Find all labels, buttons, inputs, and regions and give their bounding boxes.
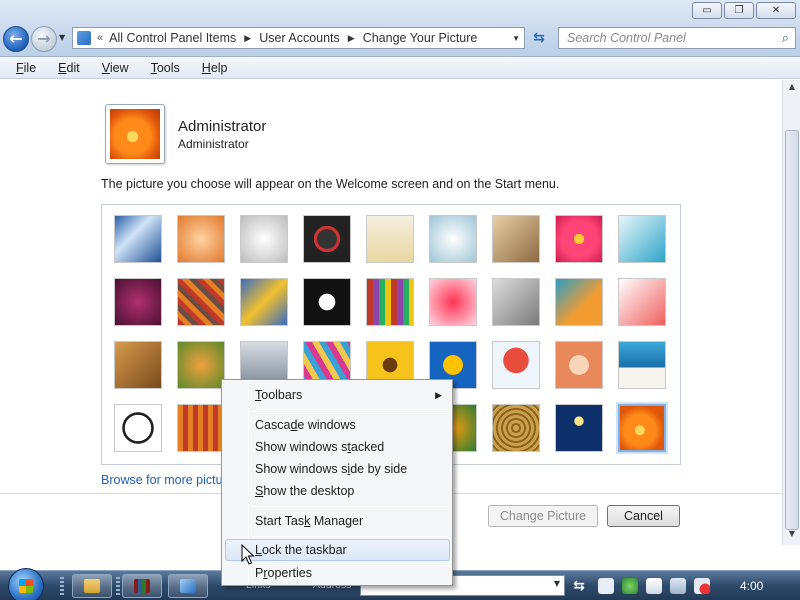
- picture-stairs[interactable]: [555, 278, 603, 326]
- menu-edit[interactable]: Edit: [54, 61, 84, 75]
- menu-bar: File Edit View Tools Help: [0, 57, 800, 79]
- menu-file[interactable]: File: [12, 61, 40, 75]
- menu-item-show-the-desktop[interactable]: Show the desktop: [225, 480, 450, 502]
- breadcrumb-all-items[interactable]: All Control Panel Items: [109, 31, 236, 45]
- volume-muted-icon[interactable]: [694, 578, 710, 594]
- picture-puppy[interactable]: [177, 341, 225, 389]
- document-icon[interactable]: [598, 578, 614, 594]
- picture-orange-flower[interactable]: [616, 402, 668, 454]
- menu-tools[interactable]: Tools: [147, 61, 184, 75]
- submenu-arrow-icon: ▶: [435, 390, 442, 400]
- search-placeholder: Search Control Panel: [567, 31, 686, 45]
- picture-hot-air-balloon[interactable]: [492, 341, 540, 389]
- picture-pink-flower[interactable]: [555, 215, 603, 263]
- menu-separator: [252, 411, 448, 412]
- taskbar-explorer-button[interactable]: [72, 574, 112, 598]
- search-icon[interactable]: ⌕: [782, 30, 789, 46]
- folder-icon: [84, 579, 100, 593]
- window-titlebar: ▭ ❐ ✕ ← → ▼ « All Control Panel Items ▶ …: [0, 0, 800, 57]
- menu-item-show-windows-stacked[interactable]: Show windows stacked: [225, 436, 450, 458]
- menu-item-start-task-manager[interactable]: Start Task Manager: [225, 510, 450, 532]
- current-user-picture: [105, 104, 165, 164]
- back-button[interactable]: ←: [3, 26, 29, 52]
- cancel-button[interactable]: Cancel: [607, 505, 680, 527]
- start-button[interactable]: [8, 568, 44, 600]
- taskbar-clock[interactable]: 4:00: [740, 579, 763, 593]
- change-picture-button[interactable]: Change Picture: [488, 505, 598, 527]
- taskbar-go-icon[interactable]: ⇆: [569, 576, 589, 596]
- picture-pinwheel[interactable]: [618, 215, 666, 263]
- picture-basket[interactable]: [492, 404, 540, 452]
- recent-pages-dropdown[interactable]: ▼: [59, 33, 65, 42]
- toolbar-grip[interactable]: [60, 577, 64, 595]
- vertical-scrollbar[interactable]: ▲ ▼: [782, 80, 800, 545]
- menu-separator: [252, 506, 448, 507]
- address-overflow-chevron[interactable]: «: [97, 32, 103, 44]
- picture-crayons[interactable]: [366, 278, 414, 326]
- security-shield-icon[interactable]: [622, 578, 638, 594]
- picture-robot-figure[interactable]: [240, 215, 288, 263]
- menu-help[interactable]: Help: [198, 61, 232, 75]
- menu-view[interactable]: View: [98, 61, 133, 75]
- picture-guitar[interactable]: [114, 341, 162, 389]
- mouse-pointer-icon: [241, 544, 255, 565]
- menu-item-cascade-windows[interactable]: Cascade windows: [225, 414, 450, 436]
- menu-item-properties[interactable]: Properties: [225, 562, 450, 584]
- menu-item-toolbars[interactable]: Toolbars ▶: [225, 384, 450, 406]
- menu-item-lock-the-taskbar[interactable]: Lock the taskbar: [225, 539, 450, 561]
- picture-ferris-wheel[interactable]: [114, 215, 162, 263]
- picture-doll[interactable]: [555, 341, 603, 389]
- network-icon[interactable]: [670, 578, 686, 594]
- user-role: Administrator: [178, 137, 249, 151]
- address-dropdown-icon[interactable]: ▼: [512, 34, 520, 43]
- close-button[interactable]: ✕: [756, 2, 796, 19]
- breadcrumb-change-picture[interactable]: Change Your Picture: [363, 31, 478, 45]
- scroll-down-icon[interactable]: ▼: [785, 529, 799, 543]
- address-bar[interactable]: « All Control Panel Items ▶ User Account…: [72, 27, 525, 49]
- user-name: Administrator: [178, 118, 267, 135]
- breadcrumb-user-accounts[interactable]: User Accounts: [259, 31, 340, 45]
- breadcrumb-separator-icon[interactable]: ▶: [348, 33, 355, 44]
- forward-button[interactable]: →: [31, 26, 57, 52]
- archive-icon: [134, 579, 150, 593]
- picture-lucky-cat[interactable]: [366, 215, 414, 263]
- taskbar-control-panel-button[interactable]: [168, 574, 208, 598]
- picture-lighthouse[interactable]: [555, 404, 603, 452]
- menu-item-show-windows-side-by-side[interactable]: Show windows side by side: [225, 458, 450, 480]
- picture-jacks[interactable]: [492, 278, 540, 326]
- search-input[interactable]: Search Control Panel ⌕: [558, 27, 796, 49]
- intro-text: The picture you choose will appear on th…: [101, 177, 560, 191]
- picture-record-player[interactable]: [303, 215, 351, 263]
- scroll-thumb[interactable]: [785, 130, 799, 530]
- picture-soccer-ball[interactable]: [114, 404, 162, 452]
- toolbar-grip[interactable]: [116, 577, 120, 595]
- minimize-button[interactable]: ▭: [692, 2, 722, 19]
- maximize-button[interactable]: ❐: [724, 2, 754, 19]
- picture-sailboat[interactable]: [618, 341, 666, 389]
- window-controls: ▭ ❐ ✕: [692, 2, 796, 19]
- picture-starfish[interactable]: [177, 215, 225, 263]
- taskbar-address-dropdown-icon[interactable]: ▼: [554, 579, 560, 588]
- picture-dog[interactable]: [303, 278, 351, 326]
- action-center-flag-icon[interactable]: [646, 578, 662, 594]
- picture-gyroscope[interactable]: [429, 215, 477, 263]
- taskbar-winrar-button[interactable]: [122, 574, 162, 598]
- scroll-up-icon[interactable]: ▲: [785, 82, 799, 96]
- picture-ball[interactable]: [114, 278, 162, 326]
- picture-red-star[interactable]: [429, 278, 477, 326]
- picture-red-fabric[interactable]: [177, 404, 225, 452]
- breadcrumb-separator-icon[interactable]: ▶: [244, 33, 251, 44]
- picture-kitten[interactable]: [492, 215, 540, 263]
- control-panel-icon: [77, 31, 91, 45]
- taskbar-context-menu: Toolbars ▶ Cascade windows Show windows …: [221, 379, 453, 586]
- refresh-icon[interactable]: ⇆: [528, 27, 550, 49]
- picture-paper-crane[interactable]: [618, 278, 666, 326]
- picture-fabric[interactable]: [177, 278, 225, 326]
- control-panel-icon: [180, 579, 196, 593]
- picture-yellow-leaf[interactable]: [240, 278, 288, 326]
- menu-separator: [252, 536, 448, 537]
- browse-more-pictures-link[interactable]: Browse for more pictur: [101, 473, 227, 487]
